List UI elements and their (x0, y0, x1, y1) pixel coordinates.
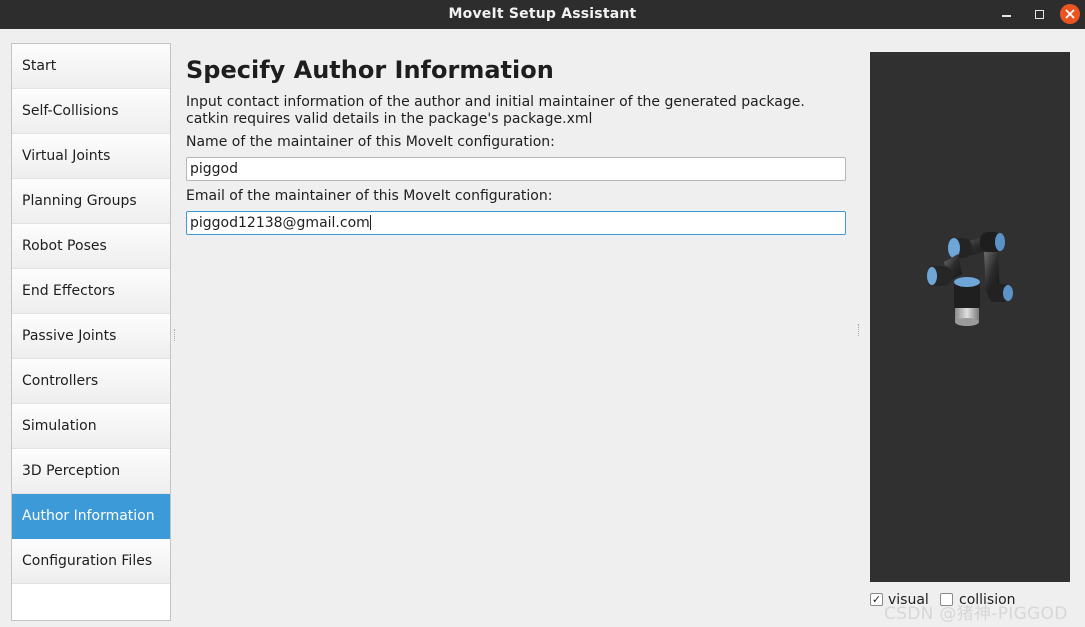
sidebar-item-label: Planning Groups (22, 193, 137, 209)
sidebar-item-label: Self-Collisions (22, 103, 119, 119)
page-description: Input contact information of the author … (186, 94, 805, 127)
sidebar-item-label: End Effectors (22, 283, 115, 299)
close-button[interactable] (1060, 4, 1080, 24)
sidebar-item-label: Start (22, 58, 57, 74)
sidebar-item-label: Robot Poses (22, 238, 107, 254)
sidebar-item-simulation[interactable]: Simulation (12, 404, 170, 449)
minimize-button[interactable] (997, 5, 1015, 23)
watermark: CSDN @猪神-PIGGOD (884, 604, 1068, 624)
text-caret (369, 215, 371, 230)
maintainer-name-value: piggod (190, 161, 239, 177)
maximize-icon (1034, 9, 1044, 19)
title-bar: MoveIt Setup Assistant (0, 0, 1085, 29)
sidebar-item-configuration-files[interactable]: Configuration Files (12, 539, 170, 584)
sidebar-item-label: Configuration Files (22, 553, 153, 569)
sidebar-item-label: Simulation (22, 418, 97, 434)
sidebar-item-start[interactable]: Start (12, 44, 170, 89)
sidebar-nav: Start Self-Collisions Virtual Joints Pla… (11, 43, 171, 621)
sidebar-item-3d-perception[interactable]: 3D Perception (12, 449, 170, 494)
visual-checkbox[interactable]: ✓ (870, 593, 883, 606)
sidebar-item-label: Passive Joints (22, 328, 117, 344)
right-splitter-handle[interactable] (858, 324, 860, 336)
maintainer-name-label: Name of the maintainer of this MoveIt co… (186, 134, 555, 150)
sidebar-item-planning-groups[interactable]: Planning Groups (12, 179, 170, 224)
maintainer-email-value: piggod12138@gmail.com (190, 215, 370, 231)
maintainer-email-field[interactable]: piggod12138@gmail.com (186, 211, 846, 235)
sidebar-item-controllers[interactable]: Controllers (12, 359, 170, 404)
sidebar-item-label: Author Information (22, 508, 155, 524)
maintainer-name-field[interactable]: piggod (186, 157, 846, 181)
minimize-icon (1001, 15, 1011, 17)
close-icon (1065, 9, 1075, 19)
sidebar-item-self-collisions[interactable]: Self-Collisions (12, 89, 170, 134)
page-title: Specify Author Information (186, 56, 554, 84)
sidebar-item-label: Virtual Joints (22, 148, 111, 164)
sidebar-item-author-information[interactable]: Author Information (12, 494, 170, 539)
robot-3d-viewport[interactable] (870, 52, 1070, 582)
robot-arm-model (927, 232, 1013, 326)
sidebar-item-passive-joints[interactable]: Passive Joints (12, 314, 170, 359)
sidebar-item-label: 3D Perception (22, 463, 121, 479)
checkmark-icon: ✓ (871, 593, 882, 606)
maximize-button[interactable] (1030, 5, 1048, 23)
window-title: MoveIt Setup Assistant (448, 6, 637, 22)
sidebar-item-label: Controllers (22, 373, 99, 389)
left-splitter-handle[interactable] (174, 329, 176, 341)
sidebar-item-virtual-joints[interactable]: Virtual Joints (12, 134, 170, 179)
maintainer-email-label: Email of the maintainer of this MoveIt c… (186, 188, 553, 204)
sidebar-item-end-effectors[interactable]: End Effectors (12, 269, 170, 314)
sidebar-item-robot-poses[interactable]: Robot Poses (12, 224, 170, 269)
